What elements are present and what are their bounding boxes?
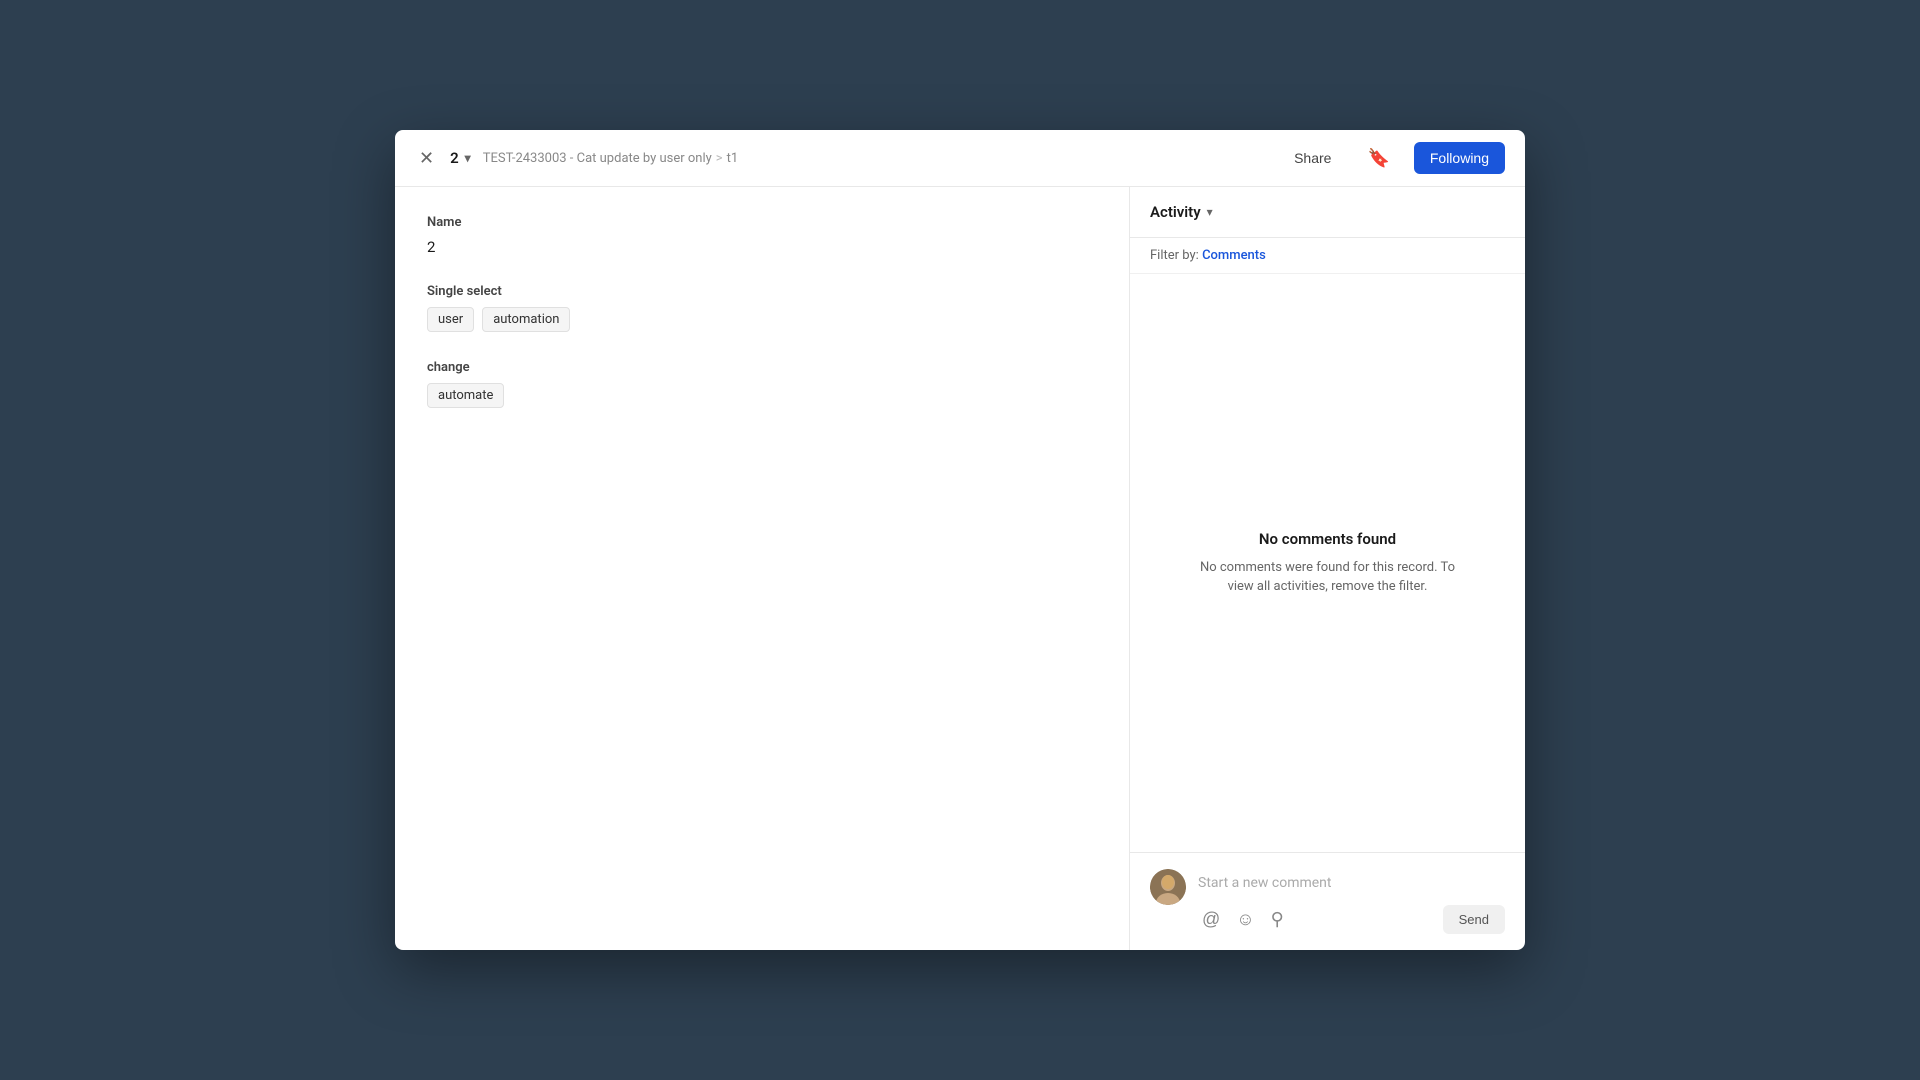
change-field-section: change automate — [427, 360, 1097, 408]
breadcrumb-separator: > — [716, 151, 723, 166]
activity-panel: Activity ▾ Filter by: Comments No commen… — [1130, 187, 1525, 950]
chevron-down-icon[interactable]: ▾ — [465, 151, 471, 165]
tool-icons: @ ☺ ⚲ — [1198, 905, 1288, 934]
modal-header: ✕ 2 ▾ TEST-2433003 - Cat update by user … — [395, 130, 1525, 187]
comment-tools: @ ☺ ⚲ Send — [1198, 905, 1505, 934]
filter-comments-link[interactable]: Comments — [1202, 248, 1266, 263]
no-comments-description: No comments were found for this record. … — [1198, 558, 1458, 597]
record-number: 2 — [450, 149, 459, 167]
breadcrumb-main: TEST-2433003 - Cat update by user only — [483, 151, 712, 166]
tag-automation[interactable]: automation — [482, 307, 570, 332]
modal-overlay: ✕ 2 ▾ TEST-2433003 - Cat update by user … — [0, 0, 1920, 1080]
close-button[interactable]: ✕ — [415, 144, 438, 173]
share-button[interactable]: Share — [1282, 144, 1343, 172]
change-tags: automate — [427, 383, 1097, 408]
filter-prefix: Filter by: — [1150, 248, 1199, 263]
bookmark-button[interactable]: 🔖 — [1359, 144, 1397, 173]
record-title: 2 ▾ — [450, 149, 471, 167]
activity-title: Activity — [1150, 203, 1201, 221]
activity-content: No comments found No comments were found… — [1130, 274, 1525, 852]
tag-user[interactable]: user — [427, 307, 474, 332]
header-right: Share 🔖 Following — [1282, 142, 1505, 174]
bookmark-icon: 🔖 — [1367, 148, 1389, 169]
no-comments-title: No comments found — [1259, 530, 1396, 548]
comment-input-area: Start a new comment @ ☺ ⚲ Send — [1130, 852, 1525, 950]
record-modal: ✕ 2 ▾ TEST-2433003 - Cat update by user … — [395, 130, 1525, 950]
tag-automate[interactable]: automate — [427, 383, 504, 408]
comment-row: Start a new comment @ ☺ ⚲ Send — [1150, 869, 1505, 934]
main-content: Name 2 Single select user automation cha… — [395, 187, 1130, 950]
comment-placeholder[interactable]: Start a new comment — [1198, 869, 1505, 897]
following-button[interactable]: Following — [1414, 142, 1505, 174]
mention-button[interactable]: @ — [1198, 905, 1224, 934]
comment-input-wrapper: Start a new comment @ ☺ ⚲ Send — [1198, 869, 1505, 934]
name-field-section: Name 2 — [427, 215, 1097, 256]
user-avatar — [1150, 869, 1186, 905]
header-left: ✕ 2 ▾ TEST-2433003 - Cat update by user … — [415, 144, 738, 173]
breadcrumb: TEST-2433003 - Cat update by user only >… — [483, 151, 738, 166]
modal-body: Name 2 Single select user automation cha… — [395, 187, 1525, 950]
avatar-image — [1150, 869, 1186, 905]
name-field-label: Name — [427, 215, 1097, 230]
send-button[interactable]: Send — [1443, 905, 1505, 934]
single-select-field-section: Single select user automation — [427, 284, 1097, 332]
single-select-tags: user automation — [427, 307, 1097, 332]
single-select-label: Single select — [427, 284, 1097, 299]
filter-bar: Filter by: Comments — [1130, 238, 1525, 274]
attachment-button[interactable]: ⚲ — [1267, 905, 1288, 934]
breadcrumb-child: t1 — [727, 151, 739, 166]
activity-header: Activity ▾ — [1130, 187, 1525, 238]
emoji-button[interactable]: ☺ — [1232, 905, 1258, 934]
activity-chevron-icon[interactable]: ▾ — [1207, 205, 1213, 219]
name-field-value[interactable]: 2 — [427, 238, 1097, 256]
change-field-label: change — [427, 360, 1097, 375]
close-icon: ✕ — [419, 148, 434, 169]
